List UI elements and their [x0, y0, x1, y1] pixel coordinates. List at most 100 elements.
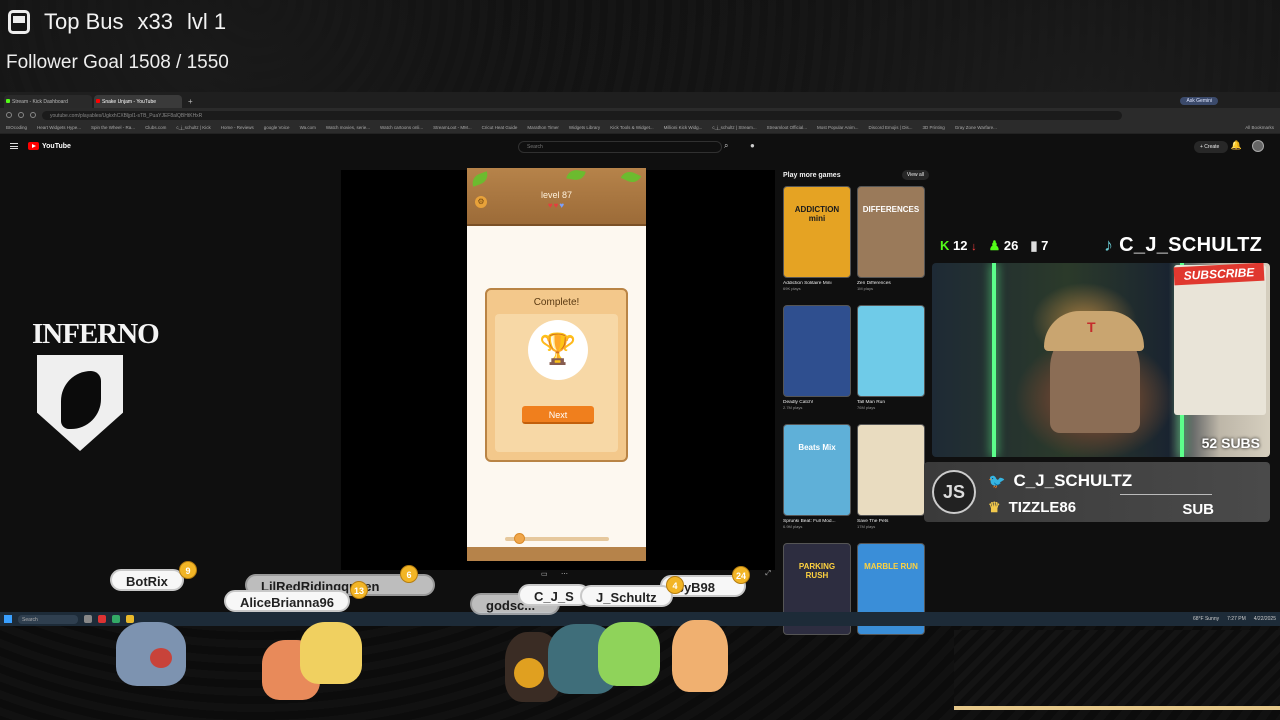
game-thumbnail[interactable]: ADDICTION mini: [783, 186, 851, 278]
bookmark-item[interactable]: Wa.com: [300, 125, 316, 130]
create-button[interactable]: + Create: [1194, 141, 1228, 153]
game-slider[interactable]: [505, 533, 609, 544]
app-icon[interactable]: [84, 615, 92, 623]
bookmark-item[interactable]: c_j_schultz | Kick: [176, 125, 210, 130]
bookmark-item[interactable]: Clubs.com: [145, 125, 166, 130]
bookmark-item[interactable]: Widgets Library: [569, 125, 600, 130]
game-thumbnail-label: PARKING RUSH: [798, 562, 836, 580]
bookmarks-bar: BIOcoding Heart Widgets Hype... Spin the W…: [0, 122, 1280, 134]
game-card[interactable]: ADDICTION mini Addiction Solitaire Mini 69…: [783, 186, 851, 301]
taskbar-search[interactable]: Search: [18, 614, 78, 624]
top-bus-multiplier: x33: [137, 9, 173, 34]
game-card[interactable]: Beats Mix Sprunki Beat: Full Mod... 6.9M p…: [783, 424, 851, 539]
bookmark-item[interactable]: Heart Widgets Hype...: [37, 125, 81, 130]
tab-kick-dashboard[interactable]: Stream - Kick Dashboard: [4, 95, 92, 108]
bookmark-item[interactable]: google Voice: [264, 125, 290, 130]
bookmark-item[interactable]: Most Popular Anim...: [817, 125, 859, 130]
next-button[interactable]: Next: [522, 406, 594, 424]
microphone-icon[interactable]: ●: [750, 141, 760, 153]
view-all-button[interactable]: View all: [901, 170, 929, 180]
game-footer: [467, 547, 646, 561]
more-options-icon[interactable]: ⋯: [561, 570, 568, 578]
game-plays: 2.7M plays: [783, 405, 803, 410]
chat-user-name: J_Schultz: [580, 585, 673, 607]
forward-icon[interactable]: [18, 112, 24, 118]
game-thumbnail-label: ADDICTION mini: [794, 205, 840, 223]
game-card[interactable]: DIFFERENCES Zen Differences 1M plays: [857, 186, 925, 301]
bookmark-item[interactable]: Discord Emojis | Dis...: [869, 125, 913, 130]
bookmark-item[interactable]: Watch movies, serie...: [326, 125, 370, 130]
tab-youtube[interactable]: Snake Unjam - YouTube: [94, 95, 182, 108]
chat-user-name: BotRix: [110, 569, 184, 591]
game-thumbnail[interactable]: [783, 305, 851, 397]
bookmark-item[interactable]: Cricut Heat Guide: [482, 125, 518, 130]
neon-light: [992, 263, 996, 457]
bookmark-item[interactable]: 3D Printing: [922, 125, 944, 130]
game-card[interactable]: Tall Man Run 76M plays: [857, 305, 925, 420]
bookmark-item[interactable]: Millioni Kick Widg...: [664, 125, 703, 130]
game-thumbnail[interactable]: Beats Mix: [783, 424, 851, 516]
bookmark-item[interactable]: Kick Tools & Widget...: [610, 125, 653, 130]
pokemon-sprite-detail: [150, 648, 172, 668]
bookmark-item[interactable]: c_j_schultz | Stream...: [712, 125, 756, 130]
tab-bar: Stream - Kick Dashboard Snake Unjam - Yo…: [0, 92, 1280, 108]
bookmark-item[interactable]: StreamLoot - MM...: [433, 125, 472, 130]
game-plays: 6.9M plays: [783, 524, 803, 529]
bookmark-item[interactable]: Watch cartoons onli...: [380, 125, 423, 130]
weather-status[interactable]: 68°F Sunny: [1193, 616, 1219, 622]
app-icon[interactable]: [112, 615, 120, 623]
game-thumbnail[interactable]: DIFFERENCES: [857, 186, 925, 278]
notifications-bell-icon[interactable]: 🔔: [1231, 140, 1242, 151]
game-card[interactable]: Deadly Catch! 2.7M plays: [783, 305, 851, 420]
all-bookmarks-button[interactable]: All Bookmarks: [1245, 125, 1274, 130]
followers-stat: ♟ 26: [989, 238, 1019, 254]
game-frame[interactable]: ⚙ level 87 ♥♥♥ Complete! 🏆 Next: [467, 168, 646, 561]
app-icon[interactable]: [98, 615, 106, 623]
youtube-search-input[interactable]: Search: [518, 141, 722, 153]
game-thumbnail[interactable]: [857, 424, 925, 516]
expand-icon[interactable]: ⤢: [765, 570, 771, 578]
clock-date[interactable]: 4/22/2025: [1254, 616, 1276, 622]
leaf-decoration: [620, 168, 642, 186]
inferno-logo-text: INFERNO: [32, 318, 160, 350]
bookmark-item[interactable]: BIOcoding: [6, 125, 27, 130]
windows-start-icon[interactable]: [4, 615, 12, 623]
address-row: youtube.com/playables/UgkxhCXBljpl1-sTB_…: [0, 108, 1280, 122]
bookmark-item[interactable]: Marathon Timer: [527, 125, 559, 130]
kick-icon: K: [940, 238, 950, 253]
menu-icon[interactable]: [10, 143, 18, 149]
bookmark-item[interactable]: Gray Zone Warfare...: [955, 125, 997, 130]
youtube-header: YouTube Search ⌕ ● + Create 🔔: [0, 134, 1280, 158]
bookmark-item[interactable]: Spin the Wheel - Ra...: [91, 125, 135, 130]
slider-handle[interactable]: [514, 533, 526, 544]
back-icon[interactable]: [6, 112, 12, 118]
play-more-games-panel: Play more games View all ADDICTION mini A…: [783, 168, 929, 635]
clock-time[interactable]: 7:27 PM: [1227, 616, 1246, 622]
ask-gemini-button[interactable]: Ask Gemini: [1180, 97, 1218, 105]
level-badge: 9: [179, 561, 197, 579]
leaf-decoration: [566, 168, 586, 182]
game-card[interactable]: Save The Pets 17M plays: [857, 424, 925, 539]
top-bus-widget: Top Bus x33 lvl 1: [8, 8, 226, 36]
folder-icon[interactable]: [126, 615, 134, 623]
bookmark-item[interactable]: Streamloot Official...: [767, 125, 807, 130]
youtube-logo[interactable]: YouTube: [28, 142, 71, 150]
reload-icon[interactable]: [30, 112, 36, 118]
game-card[interactable]: MARBLE RUN: [857, 543, 925, 658]
decorative-pattern: [954, 630, 1280, 706]
bookmark-item[interactable]: Home - Reviews: [221, 125, 254, 130]
plate-name: C_J_SCHULTZ: [1013, 471, 1133, 490]
search-icon[interactable]: ⌕: [724, 141, 736, 153]
game-thumbnail[interactable]: [857, 305, 925, 397]
name-plate: JS 🐦 C_J_SCHULTZ ♛ TIZZLE86 SUB: [924, 462, 1270, 522]
chat-user-name: AliceBrianna96: [224, 590, 350, 612]
address-bar[interactable]: youtube.com/playables/UgkxhCXBljpl1-sTB_…: [42, 110, 1122, 120]
avatar[interactable]: [1252, 140, 1264, 152]
fullscreen-icon[interactable]: ▭: [541, 570, 548, 578]
game-thumbnail-label: Beats Mix: [798, 443, 836, 452]
plate-sub-row: ♛ TIZZLE86: [988, 499, 1076, 516]
game-card[interactable]: PARKING RUSH: [783, 543, 851, 658]
game-plays: 17M plays: [857, 524, 876, 529]
new-tab-button[interactable]: +: [184, 97, 197, 108]
game-plays: 76M plays: [857, 405, 876, 410]
